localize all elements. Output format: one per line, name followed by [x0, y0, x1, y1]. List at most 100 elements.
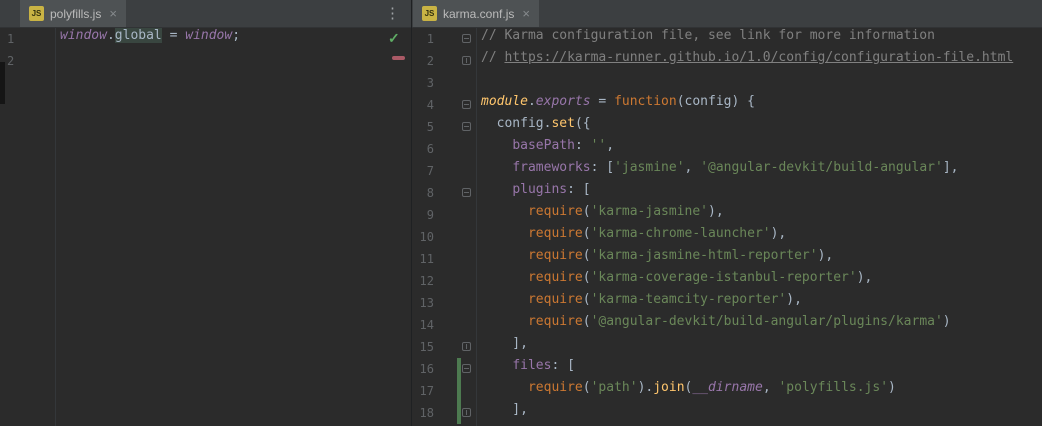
- code-text[interactable]: require('karma-chrome-launcher'),: [476, 226, 786, 248]
- code-token[interactable]: 'polyfills.js': [778, 380, 888, 395]
- code-text[interactable]: // https://karma-runner.github.io/1.0/co…: [476, 50, 1013, 72]
- code-token[interactable]: ],: [943, 160, 959, 175]
- code-token[interactable]: require: [528, 226, 583, 241]
- code-token[interactable]: '': [591, 138, 607, 153]
- code-text[interactable]: require('path').join(__dirname, 'polyfil…: [476, 380, 896, 402]
- tab-polyfills-js[interactable]: JS polyfills.js ×: [20, 0, 126, 27]
- code-text[interactable]: files: [: [476, 358, 575, 380]
- code-line[interactable]: 7 frameworks: ['jasmine', '@angular-devk…: [412, 160, 1042, 182]
- code-token[interactable]: .: [528, 94, 536, 109]
- code-text[interactable]: plugins: [: [476, 182, 590, 204]
- close-tab-icon[interactable]: ×: [520, 7, 530, 20]
- code-token[interactable]: config.: [481, 116, 552, 131]
- code-token[interactable]: join: [653, 380, 684, 395]
- code-token[interactable]: 'karma-chrome-launcher': [591, 226, 771, 241]
- code-token[interactable]: [481, 204, 528, 219]
- code-token[interactable]: window: [185, 28, 232, 43]
- code-editor-karma-conf[interactable]: 1 // Karma configuration file, see link f…: [412, 28, 1042, 426]
- code-line[interactable]: 15 ],: [412, 336, 1042, 358]
- code-line[interactable]: 12 require('karma-coverage-istanbul-repo…: [412, 270, 1042, 292]
- code-editor-polyfills[interactable]: 1 window.global = window; 2: [0, 28, 411, 426]
- code-text[interactable]: require('karma-jasmine'),: [476, 204, 724, 226]
- code-line[interactable]: 17 require('path').join(__dirname, 'poly…: [412, 380, 1042, 402]
- code-token[interactable]: ),: [857, 270, 873, 285]
- code-text[interactable]: require('karma-coverage-istanbul-reporte…: [476, 270, 872, 292]
- code-line[interactable]: 3: [412, 72, 1042, 94]
- code-token[interactable]: __dirname: [692, 380, 762, 395]
- code-token[interactable]: global: [114, 28, 162, 43]
- code-token[interactable]: require: [528, 248, 583, 263]
- code-token[interactable]: ),: [708, 204, 724, 219]
- code-token[interactable]: [481, 248, 528, 263]
- fold-end-icon[interactable]: [462, 56, 471, 65]
- code-text[interactable]: require('karma-jasmine-html-reporter'),: [476, 248, 833, 270]
- code-token[interactable]: window: [60, 28, 107, 43]
- code-token[interactable]: (: [583, 204, 591, 219]
- code-token[interactable]: module: [481, 94, 528, 109]
- code-text[interactable]: ],: [476, 402, 528, 424]
- code-token[interactable]: 'path': [591, 380, 638, 395]
- code-line[interactable]: 13 require('karma-teamcity-reporter'),: [412, 292, 1042, 314]
- code-token[interactable]: require: [528, 380, 583, 395]
- code-token[interactable]: 'karma-jasmine': [591, 204, 708, 219]
- code-text[interactable]: basePath: '',: [476, 138, 614, 160]
- fold-start-icon[interactable]: [462, 188, 471, 197]
- code-token[interactable]: (: [583, 292, 591, 307]
- code-token[interactable]: function: [614, 94, 677, 109]
- code-line[interactable]: 14 require('@angular-devkit/build-angula…: [412, 314, 1042, 336]
- code-line[interactable]: 8 plugins: [: [412, 182, 1042, 204]
- code-token[interactable]: 'jasmine': [614, 160, 684, 175]
- code-line[interactable]: 18 ],: [412, 402, 1042, 424]
- code-token[interactable]: basePath: [512, 138, 575, 153]
- code-token[interactable]: ,: [685, 160, 701, 175]
- code-token[interactable]: frameworks: [512, 160, 590, 175]
- code-token[interactable]: [481, 270, 528, 285]
- code-token[interactable]: ],: [481, 336, 528, 351]
- code-token[interactable]: ).: [638, 380, 654, 395]
- code-line[interactable]: 2: [0, 50, 411, 72]
- code-token[interactable]: ,: [606, 138, 614, 153]
- code-token[interactable]: '@angular-devkit/build-angular/plugins/k…: [591, 314, 943, 329]
- code-text[interactable]: ],: [476, 336, 528, 358]
- code-token[interactable]: [481, 160, 512, 175]
- code-token[interactable]: (: [583, 314, 591, 329]
- code-token[interactable]: ): [943, 314, 951, 329]
- code-line[interactable]: 1 window.global = window;: [0, 28, 411, 50]
- modified-stripe-marker[interactable]: [392, 56, 405, 60]
- code-token[interactable]: require: [528, 292, 583, 307]
- fold-end-icon[interactable]: [462, 342, 471, 351]
- code-token[interactable]: // Karma configuration file, see link fo…: [481, 28, 935, 43]
- code-line[interactable]: 11 require('karma-jasmine-html-reporter'…: [412, 248, 1042, 270]
- code-token[interactable]: files: [512, 358, 551, 373]
- code-text[interactable]: frameworks: ['jasmine', '@angular-devkit…: [476, 160, 958, 182]
- code-token[interactable]: plugins: [512, 182, 567, 197]
- fold-start-icon[interactable]: [462, 34, 471, 43]
- inspection-ok-icon[interactable]: ✓: [388, 30, 400, 47]
- fold-start-icon[interactable]: [462, 364, 471, 373]
- code-token[interactable]: ),: [818, 248, 834, 263]
- code-token[interactable]: require: [528, 204, 583, 219]
- code-token[interactable]: 'karma-jasmine-html-reporter': [591, 248, 818, 263]
- code-token[interactable]: [481, 314, 528, 329]
- fold-start-icon[interactable]: [462, 122, 471, 131]
- code-text[interactable]: module.exports = function(config) {: [476, 94, 755, 116]
- code-token[interactable]: [481, 358, 512, 373]
- code-token[interactable]: :: [575, 138, 591, 153]
- fold-start-icon[interactable]: [462, 100, 471, 109]
- code-text[interactable]: // Karma configuration file, see link fo…: [476, 28, 935, 50]
- code-token[interactable]: : [: [567, 182, 590, 197]
- code-token[interactable]: [481, 226, 528, 241]
- code-token[interactable]: .: [107, 28, 115, 43]
- fold-end-icon[interactable]: [462, 408, 471, 417]
- code-line[interactable]: 1 // Karma configuration file, see link f…: [412, 28, 1042, 50]
- code-line[interactable]: 4 module.exports = function(config) {: [412, 94, 1042, 116]
- code-token[interactable]: [481, 380, 528, 395]
- code-token[interactable]: =: [162, 28, 185, 43]
- code-token[interactable]: 'karma-coverage-istanbul-reporter': [591, 270, 857, 285]
- code-token[interactable]: : [: [591, 160, 614, 175]
- code-token[interactable]: ],: [481, 402, 528, 417]
- code-token[interactable]: : [: [551, 358, 574, 373]
- code-token[interactable]: [481, 182, 512, 197]
- code-line[interactable]: 2 // https://karma-runner.github.io/1.0/c…: [412, 50, 1042, 72]
- code-token[interactable]: ): [888, 380, 896, 395]
